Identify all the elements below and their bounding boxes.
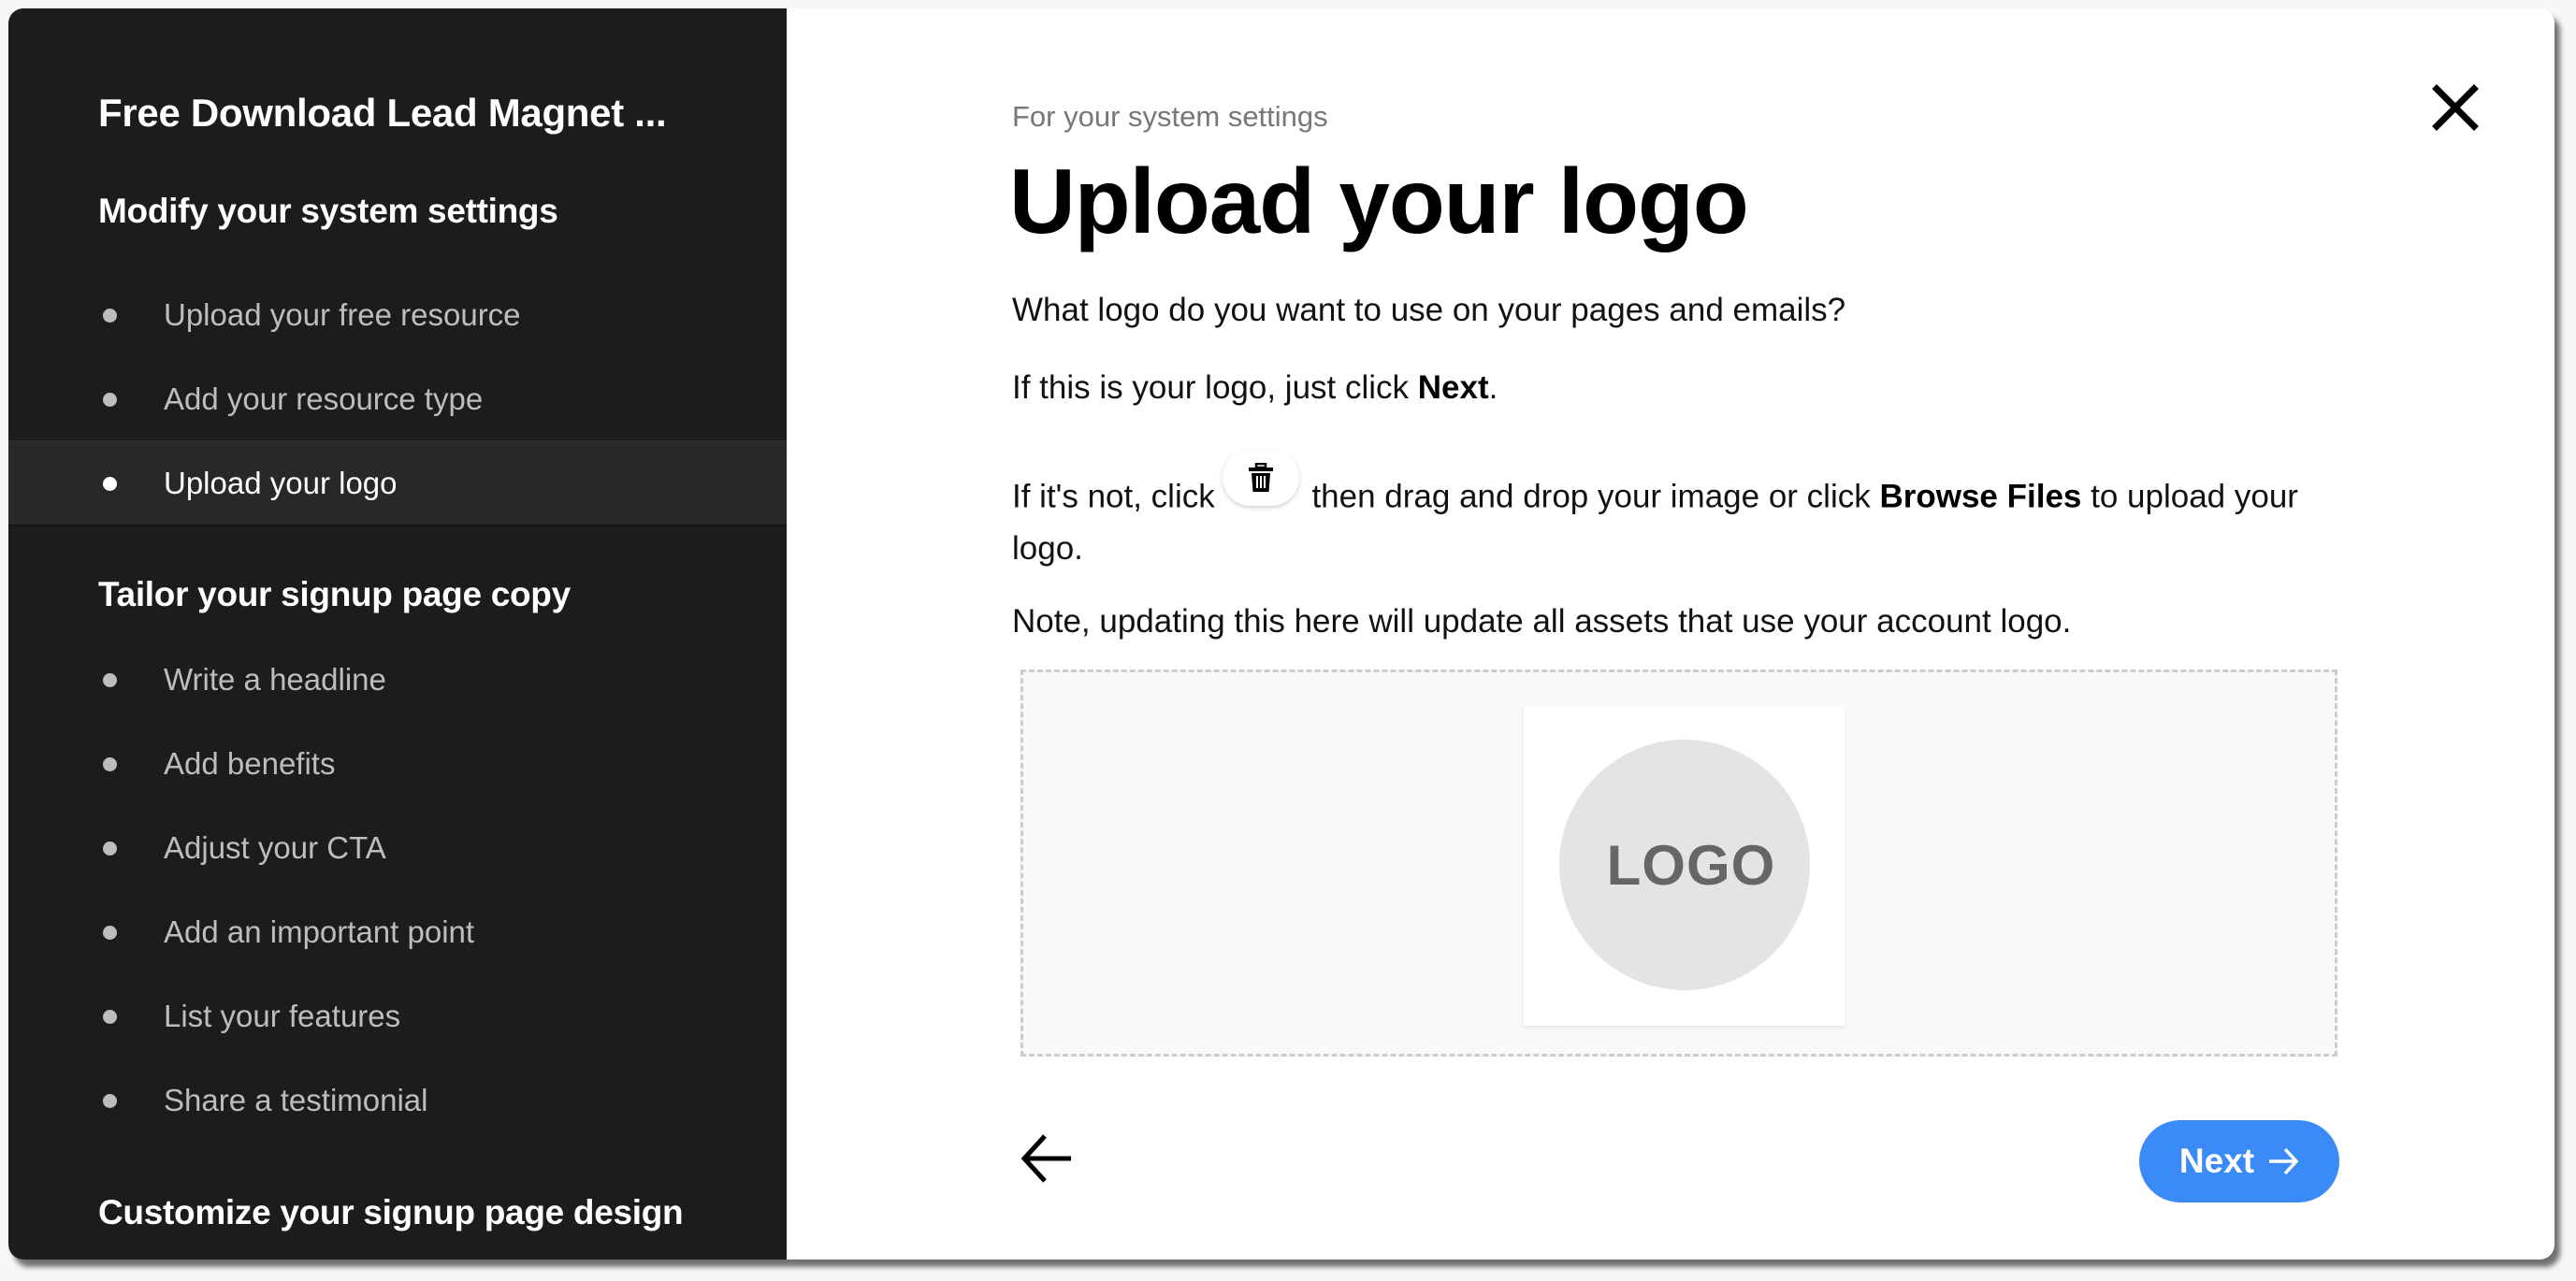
sidebar-item-label: Add your resource type (164, 381, 484, 416)
note-text: Note, updating this here will update all… (1012, 603, 2072, 640)
next-button[interactable]: Next (2139, 1120, 2339, 1202)
close-icon (2432, 84, 2479, 131)
logo-dropzone[interactable]: LOGO (1020, 669, 2337, 1057)
close-button[interactable] (2425, 78, 2485, 137)
sidebar-item-adjust-cta[interactable]: Adjust your CTA (8, 807, 787, 889)
modal-window: Free Download Lead Magnet ... Modify you… (8, 8, 2554, 1259)
step-eyebrow: For your system settings (1012, 100, 1328, 133)
bullet-icon (103, 756, 117, 771)
text-fragment: . (1488, 369, 1498, 406)
bullet-icon (103, 1009, 117, 1024)
bullet-icon (103, 308, 117, 323)
sidebar-section-heading: Modify your system settings (98, 192, 558, 230)
browse-files-emphasis: Browse Files (1879, 478, 2082, 515)
sidebar-item-label: Write a headline (164, 662, 386, 697)
text-fragment: If it's not, click (1012, 478, 1215, 515)
bullet-icon (103, 1093, 117, 1108)
current-logo-preview: LOGO (1524, 706, 1845, 1026)
sidebar-item-label: Adjust your CTA (164, 830, 386, 865)
sidebar-item-label: Upload your free resource (164, 297, 521, 332)
sidebar-item-label: List your features (164, 999, 401, 1033)
sidebar-item-upload-free-resource[interactable]: Upload your free resource (8, 274, 787, 356)
arrow-left-icon (1020, 1134, 1071, 1183)
sidebar-title: Free Download Lead Magnet ... (98, 91, 667, 135)
bullet-icon (103, 925, 117, 940)
trash-icon (1248, 463, 1273, 492)
back-button[interactable] (1019, 1130, 1075, 1187)
next-emphasis: Next (1417, 369, 1489, 406)
arrow-right-icon (2269, 1147, 2299, 1175)
sidebar-item-upload-logo[interactable]: Upload your logo (8, 440, 787, 526)
sidebar-item-list-features[interactable]: List your features (8, 975, 787, 1058)
page-title: Upload your logo (1009, 150, 1749, 252)
sidebar-item-label: Add benefits (164, 746, 336, 781)
bullet-icon (103, 476, 117, 491)
sidebar-item-label: Share a testimonial (164, 1083, 428, 1117)
next-button-label: Next (2178, 1142, 2255, 1180)
sidebar-item-add-benefits[interactable]: Add benefits (8, 723, 787, 805)
sidebar-item-add-resource-type[interactable]: Add your resource type (8, 358, 787, 440)
sidebar-item-add-important-point[interactable]: Add an important point (8, 891, 787, 973)
question-text: What logo do you want to use on your pag… (1012, 292, 1846, 328)
logo-placeholder-circle: LOGO (1559, 740, 1810, 990)
text-fragment: If this is your logo, just click (1012, 369, 1418, 406)
sidebar-section-heading: Customize your signup page design (98, 1193, 684, 1231)
bullet-icon (103, 392, 117, 407)
text-fragment: then drag and drop your image or click (1302, 478, 1880, 515)
sidebar-item-share-testimonial[interactable]: Share a testimonial (8, 1059, 787, 1142)
sidebar-item-write-headline[interactable]: Write a headline (8, 639, 787, 721)
sidebar-section-heading: Tailor your signup page copy (98, 575, 571, 613)
logo-placeholder-text: LOGO (1606, 833, 1776, 897)
sidebar-item-label: Add an important point (164, 914, 475, 949)
delete-logo-button[interactable] (1222, 450, 1299, 506)
if-not-text: If it's not, click then drag and drop yo… (1012, 450, 2340, 571)
if-logo-text: If this is your logo, just click Next. (1012, 369, 1498, 407)
main-panel: For your system settings Upload your log… (787, 8, 2554, 1259)
sidebar-item-label: Upload your logo (164, 466, 398, 500)
sidebar: Free Download Lead Magnet ... Modify you… (8, 8, 787, 1259)
bullet-icon (103, 841, 117, 856)
bullet-icon (103, 672, 117, 687)
